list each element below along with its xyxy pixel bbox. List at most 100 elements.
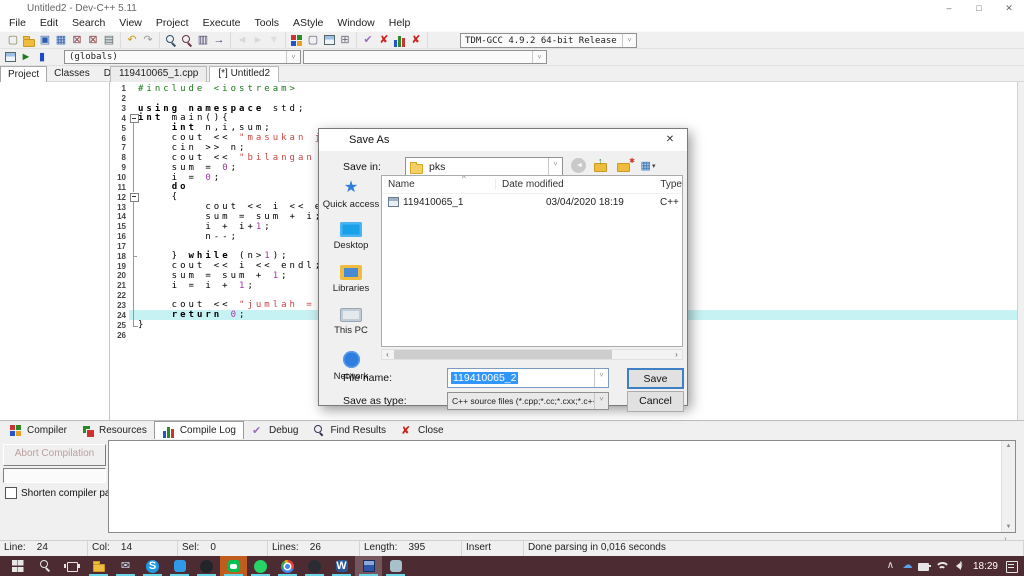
taskbar-mail-icon[interactable]: ✉ [112, 556, 139, 576]
view-menu-icon[interactable]: ▦ [638, 157, 658, 175]
members-select[interactable]: ˅ [303, 50, 547, 64]
taskbar-line-chat-icon[interactable] [220, 556, 247, 576]
compile-check-icon[interactable]: ✔ [360, 33, 376, 48]
place-quick-access[interactable]: ★Quick access [321, 179, 381, 210]
menu-tools[interactable]: Tools [248, 16, 287, 31]
new-project-icon[interactable] [289, 33, 305, 48]
wifi-icon[interactable] [933, 558, 950, 575]
place-desktop[interactable]: Desktop [321, 222, 381, 251]
taskbar-file-explorer-icon[interactable] [85, 556, 112, 576]
cancel-button[interactable]: Cancel [627, 391, 684, 412]
taskbar-skype-icon[interactable]: S [139, 556, 166, 576]
project-options-icon[interactable] [321, 33, 337, 48]
globals-select[interactable]: (globals) ˅ [64, 50, 301, 64]
remove-from-project-icon[interactable]: ▢ [305, 33, 321, 48]
scroll-up-icon[interactable]: ▲ [1002, 443, 1015, 449]
package-manager-icon[interactable]: ⊞ [337, 33, 353, 48]
menu-file[interactable]: File [2, 16, 33, 31]
menu-help[interactable]: Help [382, 16, 418, 31]
goto-definition-icon[interactable]: ▼ [266, 33, 282, 48]
menu-astyle[interactable]: AStyle [286, 16, 330, 31]
find-in-files-icon[interactable]: ▥ [195, 33, 211, 48]
compiler-profile-select[interactable]: TDM-GCC 4.9.2 64-bit Release ˅ [460, 33, 637, 48]
save-in-select[interactable]: pks ˅ [405, 157, 563, 177]
syntax-check-icon[interactable]: ✘ [376, 33, 392, 48]
taskbar-obs-icon[interactable] [193, 556, 220, 576]
scroll-right-icon[interactable]: › [671, 350, 682, 359]
file-name-input[interactable]: 119410065_2 ˅ [447, 368, 609, 388]
redo-icon[interactable]: ↷ [140, 33, 156, 48]
file-list[interactable]: ^ NameDate modifiedType 119410065_103/04… [381, 175, 683, 347]
code-line-3[interactable]: 3using namespace std; [110, 104, 1017, 114]
taskbar-editor-app-icon[interactable] [382, 556, 409, 576]
minimize-button[interactable]: – [934, 0, 964, 16]
open-file-icon[interactable] [21, 33, 37, 48]
notification-center-icon[interactable] [1004, 558, 1021, 575]
compile-log-area[interactable]: ▲ ▼ [108, 440, 1016, 533]
menu-view[interactable]: View [112, 16, 149, 31]
panel-tab-project[interactable]: Project [0, 66, 47, 82]
code-line-4[interactable]: 4int main(){ [110, 114, 1017, 124]
battery-icon[interactable] [916, 558, 933, 575]
new-folder-icon[interactable] [615, 157, 635, 175]
taskbar-chrome-icon[interactable] [274, 556, 301, 576]
onedrive-icon[interactable]: ☁ [899, 558, 916, 575]
column-header-date-modified[interactable]: Date modified [496, 179, 654, 190]
menu-project[interactable]: Project [149, 16, 196, 31]
dialog-close-button[interactable]: ✕ [653, 129, 687, 151]
close-button[interactable]: ✕ [994, 0, 1024, 16]
tab-resources[interactable]: Resources [74, 422, 154, 439]
taskbar-search-icon[interactable] [31, 556, 58, 576]
save-as-type-select[interactable]: C++ source files (*.cpp;*.cc;*.cxx;*.c++… [447, 392, 609, 410]
file-row[interactable]: 119410065_103/04/2020 18:19C++ [382, 194, 682, 210]
close-file-icon[interactable]: ⊠ [69, 33, 85, 48]
column-header-type[interactable]: Type [654, 179, 682, 190]
menu-execute[interactable]: Execute [196, 16, 248, 31]
editor-tab-0[interactable]: 119410065_1.cpp [110, 66, 207, 82]
fold-marker[interactable] [129, 192, 138, 202]
tab-debug[interactable]: Debug [244, 422, 305, 439]
maximize-button[interactable]: □ [964, 0, 994, 16]
compile-run-icon[interactable]: ▮ [34, 50, 50, 65]
fold-marker[interactable] [129, 114, 138, 124]
taskbar-whatsapp-icon[interactable] [247, 556, 274, 576]
scrollbar-thumb[interactable] [394, 350, 612, 359]
scroll-left-icon[interactable]: ‹ [382, 350, 393, 359]
back-icon[interactable]: ◄ [234, 33, 250, 48]
tab-close[interactable]: Close [393, 422, 451, 439]
project-panel[interactable] [0, 82, 110, 420]
menu-search[interactable]: Search [65, 16, 112, 31]
undo-icon[interactable]: ↶ [124, 33, 140, 48]
taskbar-clock[interactable]: 18:29 [968, 561, 1003, 572]
close-all-icon[interactable]: ⊠ [85, 33, 101, 48]
tab-find-results[interactable]: Find Results [305, 422, 393, 439]
print-icon[interactable]: ▤ [101, 33, 117, 48]
save-all-icon[interactable]: ▦ [53, 33, 69, 48]
code-line-2[interactable]: 2 [110, 94, 1017, 104]
taskbar-camera-icon[interactable] [301, 556, 328, 576]
scroll-down-icon[interactable]: ▼ [1002, 524, 1015, 530]
panel-tab-classes[interactable]: Classes [47, 66, 97, 82]
up-one-level-icon[interactable] [592, 157, 612, 175]
back-icon[interactable] [569, 157, 589, 175]
taskbar-word-icon[interactable]: W [328, 556, 355, 576]
hidden-icons-chevron[interactable]: ∧ [882, 558, 899, 575]
code-line-1[interactable]: 1#include <iostream> [110, 84, 1017, 94]
taskbar-task-view-icon[interactable] [58, 556, 85, 576]
editor-tab-1[interactable]: [*] Untitled2 [209, 66, 279, 82]
new-file-icon[interactable]: ▢ [5, 33, 21, 48]
save-icon[interactable]: ▣ [37, 33, 53, 48]
tab-compiler[interactable]: Compiler [2, 422, 74, 439]
abort-compilation-button[interactable]: Abort Compilation [3, 444, 106, 466]
volume-icon[interactable] [950, 558, 967, 575]
find-icon[interactable] [163, 33, 179, 48]
taskbar-start-button[interactable] [4, 556, 31, 576]
profile-icon[interactable] [392, 33, 408, 48]
column-header-name[interactable]: Name [382, 179, 496, 190]
run-icon[interactable]: ► [18, 50, 34, 65]
forward-icon[interactable]: ► [250, 33, 266, 48]
save-button[interactable]: Save [627, 368, 684, 389]
place-this-pc[interactable]: This PC [321, 308, 381, 336]
shorten-paths-option[interactable]: Shorten compiler paths [5, 487, 124, 499]
menu-window[interactable]: Window [330, 16, 381, 31]
